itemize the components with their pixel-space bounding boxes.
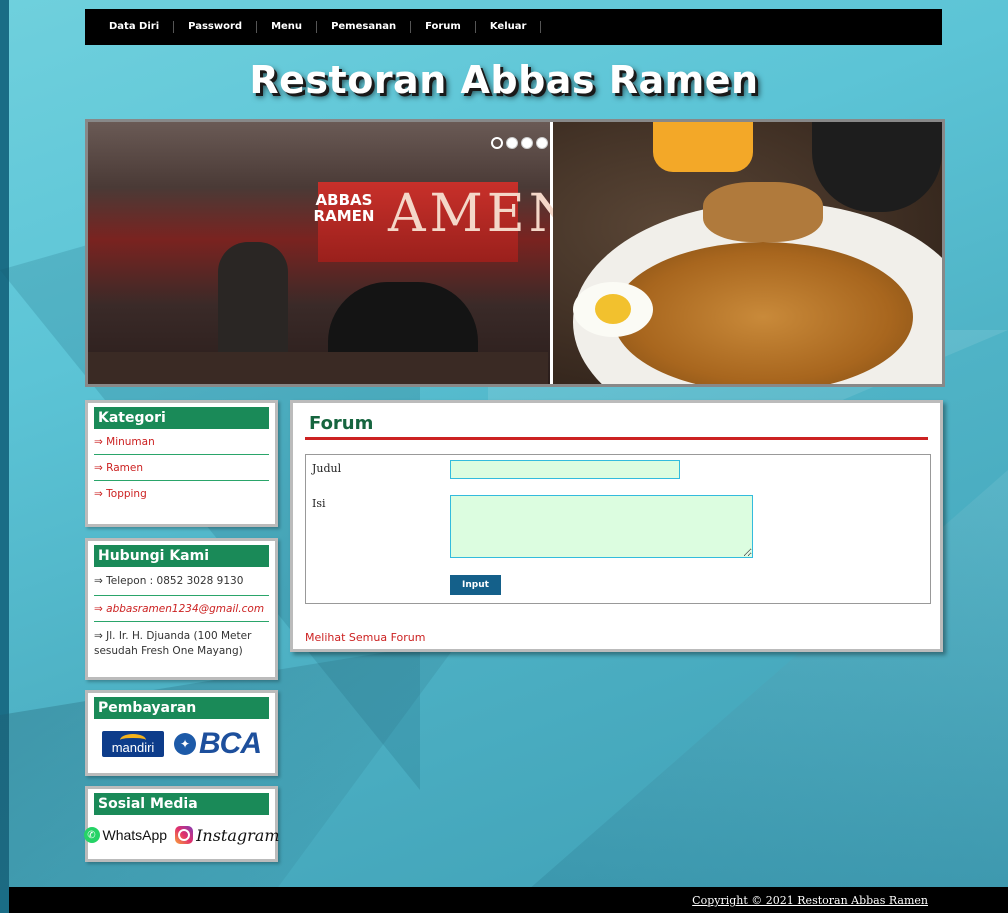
page-left-edge: [0, 0, 9, 913]
slider-dot-2[interactable]: [506, 137, 518, 149]
kategori-item-ramen[interactable]: ⇒ Ramen: [94, 455, 269, 481]
whatsapp-label: WhatsApp: [102, 827, 168, 843]
awning-lettering: AMEN: [388, 184, 579, 244]
contact-address: ⇒ Jl. Ir. H. Djuanda (100 Meter sesudah …: [94, 630, 252, 657]
nav-password[interactable]: Password: [174, 21, 258, 33]
nav-forum[interactable]: Forum: [411, 21, 476, 33]
contact-heading: Hubungi Kami: [94, 545, 269, 567]
slider-dot-3[interactable]: [521, 137, 533, 149]
fried-chicken: [703, 182, 823, 242]
isi-textarea[interactable]: [450, 495, 753, 558]
juice-glass: [653, 122, 753, 172]
slider-dot-4[interactable]: [536, 137, 548, 149]
kategori-heading: Kategori: [94, 407, 269, 429]
instagram-link[interactable]: Instagram: [175, 825, 280, 845]
judul-label: Judul: [312, 462, 342, 475]
social-heading: Sosial Media: [94, 793, 269, 815]
slide-photo-food: [553, 122, 942, 384]
forum-panel: Forum Judul Isi Input Melihat Semua Foru…: [290, 400, 943, 652]
whatsapp-link[interactable]: ✆ WhatsApp: [83, 827, 168, 843]
social-logos: ✆ WhatsApp Instagram: [83, 815, 280, 855]
slide-photo-shop-front: AMEN ABBAS RAMEN: [88, 122, 574, 384]
nav-pemesanan[interactable]: Pemesanan: [317, 21, 412, 33]
instagram-label: Instagram: [196, 825, 280, 845]
bowl: [812, 122, 942, 212]
contact-email[interactable]: ⇒ abbasramen1234@gmail.com: [94, 596, 269, 622]
payment-heading: Pembayaran: [94, 697, 269, 719]
kategori-item-topping[interactable]: ⇒ Topping: [94, 481, 269, 506]
noodles: [613, 242, 913, 384]
top-navigation: Data Diri Password Menu Pemesanan Forum …: [85, 9, 942, 45]
bca-logo: ✦ BCA: [174, 727, 262, 761]
whatsapp-icon: ✆: [83, 827, 100, 843]
photo-figure: [218, 242, 288, 362]
slider-dot-1[interactable]: [491, 137, 503, 149]
social-box: Sosial Media ✆ WhatsApp Instagram: [83, 786, 280, 862]
kategori-item-minuman[interactable]: ⇒ Minuman: [94, 429, 269, 455]
payment-logos: mandiri ✦ BCA: [94, 719, 269, 769]
isi-label: Isi: [312, 497, 326, 510]
footer: Copyright © 2021 Restoran Abbas Ramen: [9, 887, 1008, 913]
view-all-forum-link[interactable]: Melihat Semua Forum: [305, 631, 425, 644]
judul-input[interactable]: [450, 460, 680, 479]
payment-box: Pembayaran mandiri ✦ BCA: [85, 690, 278, 776]
slider-dots: [491, 137, 548, 149]
bca-wordmark: BCA: [199, 727, 262, 760]
input-submit-button[interactable]: Input: [450, 575, 501, 595]
contact-phone: ⇒ Telepon : 0852 3028 9130: [94, 567, 269, 596]
abbas-ramen-sign: ABBAS RAMEN: [313, 191, 375, 225]
kategori-box: Kategori ⇒ Minuman ⇒ Ramen ⇒ Topping: [85, 400, 278, 527]
photo-counter: [88, 352, 548, 384]
bca-emblem-icon: ✦: [174, 733, 196, 755]
image-slider: AMEN ABBAS RAMEN: [85, 119, 945, 387]
boiled-egg: [573, 282, 653, 337]
nav-data-diri[interactable]: Data Diri: [95, 21, 175, 33]
forum-form: Judul Isi Input: [305, 454, 931, 604]
instagram-icon: [175, 826, 194, 844]
nav-menu[interactable]: Menu: [257, 21, 318, 33]
page-title: Forum: [305, 411, 928, 440]
site-title: Restoran Abbas Ramen: [249, 58, 759, 102]
kategori-list: ⇒ Minuman ⇒ Ramen ⇒ Topping: [94, 429, 269, 506]
copyright-link[interactable]: Copyright © 2021 Restoran Abbas Ramen: [692, 894, 928, 907]
mandiri-logo: mandiri: [102, 731, 164, 757]
contact-list: ⇒ Telepon : 0852 3028 9130 ⇒ abbasramen1…: [94, 567, 269, 665]
nav-keluar[interactable]: Keluar: [476, 21, 542, 33]
contact-box: Hubungi Kami ⇒ Telepon : 0852 3028 9130 …: [85, 538, 278, 680]
